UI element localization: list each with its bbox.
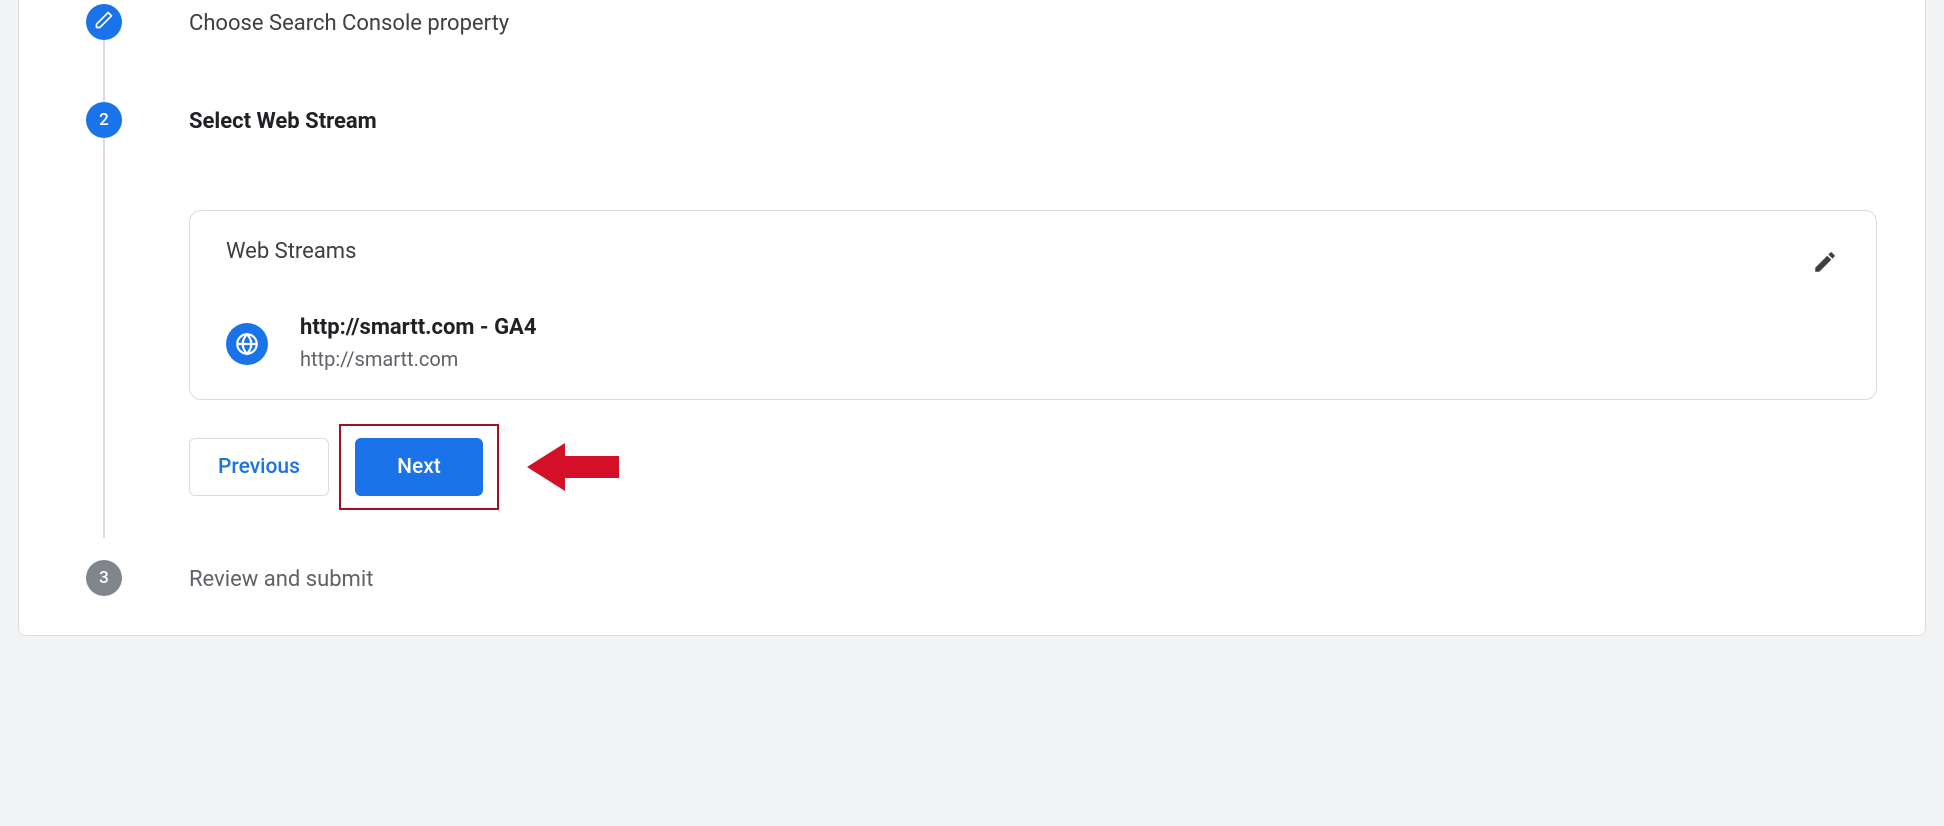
pencil-icon xyxy=(94,10,114,35)
web-streams-card-title: Web Streams xyxy=(226,239,356,264)
step-2-title: Select Web Stream xyxy=(189,104,1877,140)
step-1: Choose Search Console property xyxy=(19,2,1925,100)
step-2-number: 2 xyxy=(99,110,109,130)
stream-name: http://smartt.com - GA4 xyxy=(300,314,536,343)
step-2-button-row: Previous Next xyxy=(189,424,1877,510)
selected-web-stream: http://smartt.com - GA4 http://smartt.co… xyxy=(226,314,1840,375)
arrow-left-annotation-icon xyxy=(527,438,619,496)
step-2-number-indicator: 2 xyxy=(86,102,122,138)
step-1-title: Choose Search Console property xyxy=(189,6,1877,42)
stepper: Choose Search Console property 2 Select … xyxy=(19,0,1925,598)
settings-panel: Choose Search Console property 2 Select … xyxy=(18,0,1926,636)
step-2: 2 Select Web Stream Web Streams xyxy=(19,100,1925,558)
step-3-number-indicator: 3 xyxy=(86,560,122,596)
previous-button[interactable]: Previous xyxy=(189,438,329,496)
next-button-highlight-annotation: Next xyxy=(339,424,499,510)
next-button[interactable]: Next xyxy=(355,438,483,496)
web-icon xyxy=(226,323,268,365)
pencil-icon xyxy=(1812,263,1838,278)
step-1-edit-indicator[interactable] xyxy=(86,4,122,40)
web-streams-card: Web Streams xyxy=(189,210,1877,400)
step-3-title: Review and submit xyxy=(189,562,1877,598)
step-3-number: 3 xyxy=(99,568,109,588)
stream-url: http://smartt.com xyxy=(300,343,536,375)
edit-web-stream-button[interactable] xyxy=(1804,241,1846,286)
step-3: 3 Review and submit xyxy=(19,558,1925,598)
